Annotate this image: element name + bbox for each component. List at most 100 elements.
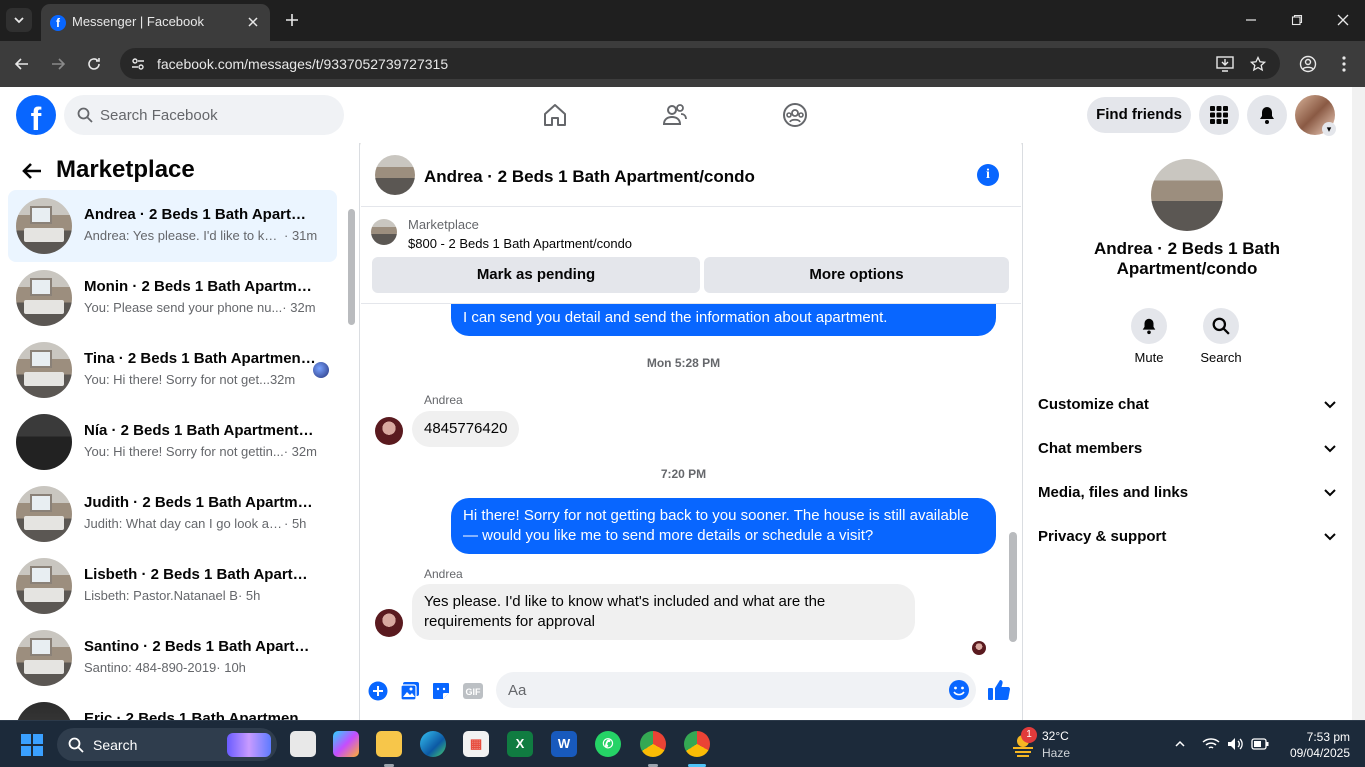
conversation-item[interactable]: Judith · 2 Beds 1 Bath Apartment/condo J… [8,478,337,550]
conversation-snippet: Judith: What day can I go look at t... ·… [84,516,307,531]
tune-icon [132,58,144,70]
groups-nav-button[interactable] [781,101,809,129]
conversation-snippet: Andrea: Yes please. I'd like to kno... ·… [84,228,318,243]
battery-icon[interactable] [1251,735,1269,753]
restore-button[interactable] [1284,8,1310,32]
copilot-icon[interactable] [333,731,359,757]
browser-menu-button[interactable] [1331,51,1357,77]
message-thread-scrollbar[interactable] [1006,304,1021,660]
message-bubble-outgoing[interactable]: Hi there! Sorry for not getting back to … [451,498,996,554]
chrome-profile-icon[interactable] [640,731,666,757]
message-bubble-incoming[interactable]: 4845776420 [412,411,520,447]
chat-title[interactable]: Andrea · 2 Beds 1 Bath Apartment/condo [424,167,755,187]
conversation-item[interactable]: Lisbeth · 2 Beds 1 Bath Apartment/condo … [8,550,337,622]
attach-photo-button[interactable] [399,680,421,702]
scrollbar-thumb[interactable] [1009,532,1017,642]
conversation-item[interactable]: Nía · 2 Beds 1 Bath Apartment/condo You:… [8,406,337,478]
page-scrollbar[interactable] [1352,87,1365,720]
back-button[interactable] [9,51,35,77]
new-tab-button[interactable] [281,9,303,31]
volume-icon[interactable] [1227,735,1245,753]
conversation-snippet: You: Please send your phone nu... · 32m [84,300,316,315]
marketplace-label: Marketplace [408,217,479,232]
panel-title: Marketplace [56,156,195,183]
message-bubble-outgoing[interactable]: I can send you detail and send the infor… [451,304,996,336]
menu-button[interactable] [1199,95,1239,135]
conversation-list-scrollbar[interactable] [345,193,358,720]
conversation-item[interactable]: Santino · 2 Beds 1 Bath Apartment/condo … [8,622,337,694]
privacy-support-section[interactable]: Privacy & support [1038,514,1338,558]
task-view-icon[interactable] [290,731,316,757]
forward-button[interactable] [45,51,71,77]
sender-avatar[interactable] [375,417,403,445]
listing-title[interactable]: $800 - 2 Beds 1 Bath Apartment/condo [408,236,632,251]
profile-button[interactable] [1295,51,1321,77]
notifications-button[interactable] [1247,95,1287,135]
clock-date[interactable]: 09/04/2025 [1280,746,1350,760]
site-info-icon[interactable] [129,55,147,73]
back-arrow-button[interactable] [20,159,44,183]
conversation-item[interactable]: Andrea · 2 Beds 1 Bath Apartment/condo A… [8,190,337,262]
minimize-button[interactable] [1238,8,1264,32]
tab-search-button[interactable] [6,8,32,32]
chrome-icon[interactable] [684,731,710,757]
mark-as-pending-button[interactable]: Mark as pending [372,257,700,293]
customize-chat-section[interactable]: Customize chat [1038,382,1338,426]
gif-button[interactable]: GIF [462,680,484,702]
chevron-down-icon [14,17,24,24]
more-options-button[interactable]: More options [704,257,1009,293]
chat-members-section[interactable]: Chat members [1038,426,1338,470]
install-app-button[interactable] [1214,54,1236,74]
emoji-button[interactable] [948,679,970,701]
file-explorer-icon[interactable] [376,731,402,757]
window-close-button[interactable] [1330,8,1356,32]
taskbar-search[interactable]: Search [57,728,277,761]
info-icon[interactable]: i [977,164,999,186]
friends-nav-button[interactable] [661,101,689,129]
excel-icon[interactable]: X [507,731,533,757]
sticker-button[interactable] [430,680,452,702]
address-bar[interactable]: facebook.com/messages/t/9337052739727315 [120,48,1280,79]
listing-thumbnail [371,219,397,245]
media-files-links-section[interactable]: Media, files and links [1038,470,1338,514]
scrollbar-thumb[interactable] [348,209,355,325]
whatsapp-icon[interactable]: ✆ [595,731,621,757]
windows-start-icon[interactable] [21,734,43,756]
chevron-down-icon[interactable]: ▾ [1322,122,1336,136]
conversation-snippet: You: Hi there! Sorry for not gettin... ·… [84,444,317,459]
mute-action[interactable]: Mute [1119,308,1179,365]
conversation-item[interactable]: Eric · 2 Beds 1 Bath Apartment/condo [8,694,337,720]
more-actions-button[interactable] [367,680,389,702]
conversation-item[interactable]: Tina · 2 Beds 1 Bath Apartment/condo You… [8,334,337,406]
chevron-up-icon[interactable] [1171,735,1189,753]
bookmark-button[interactable] [1247,54,1269,74]
word-icon[interactable]: W [551,731,577,757]
home-nav-button[interactable] [541,101,569,129]
groups-icon [783,103,807,127]
edge-icon[interactable] [420,731,446,757]
tab-close-button[interactable] [244,13,262,31]
like-button[interactable] [987,678,1011,702]
store-icon[interactable]: ▦ [463,731,489,757]
url-text: facebook.com/messages/t/9337052739727315 [157,56,449,72]
reload-button[interactable] [81,51,107,77]
search-input[interactable] [100,95,330,135]
search-action[interactable]: Search [1191,308,1251,365]
listing-thumbnail [16,630,72,686]
conversation-snippet: Lisbeth: Pastor.Natanael B · 5h [84,588,261,603]
sender-avatar[interactable] [375,609,403,637]
message-input-box [496,672,976,708]
clock-time[interactable]: 7:53 pm [1300,730,1350,744]
message-input[interactable] [508,672,928,708]
browser-tab-active[interactable]: f Messenger | Facebook [41,4,270,41]
friends-icon [662,104,687,125]
facebook-logo-icon[interactable]: f [16,95,56,137]
read-receipt-avatar [972,641,986,655]
wifi-icon[interactable] [1202,735,1220,753]
find-friends-button[interactable]: Find friends [1087,97,1191,133]
conversation-item[interactable]: Monin · 2 Beds 1 Bath Apartment/condo Yo… [8,262,337,334]
listing-thumbnail[interactable] [375,155,415,195]
chat-details-panel: Andrea · 2 Beds 1 Bath Apartment/condo M… [1022,143,1352,720]
message-bubble-incoming[interactable]: Yes please. I'd like to know what's incl… [412,584,915,640]
minimize-icon [1246,19,1256,21]
